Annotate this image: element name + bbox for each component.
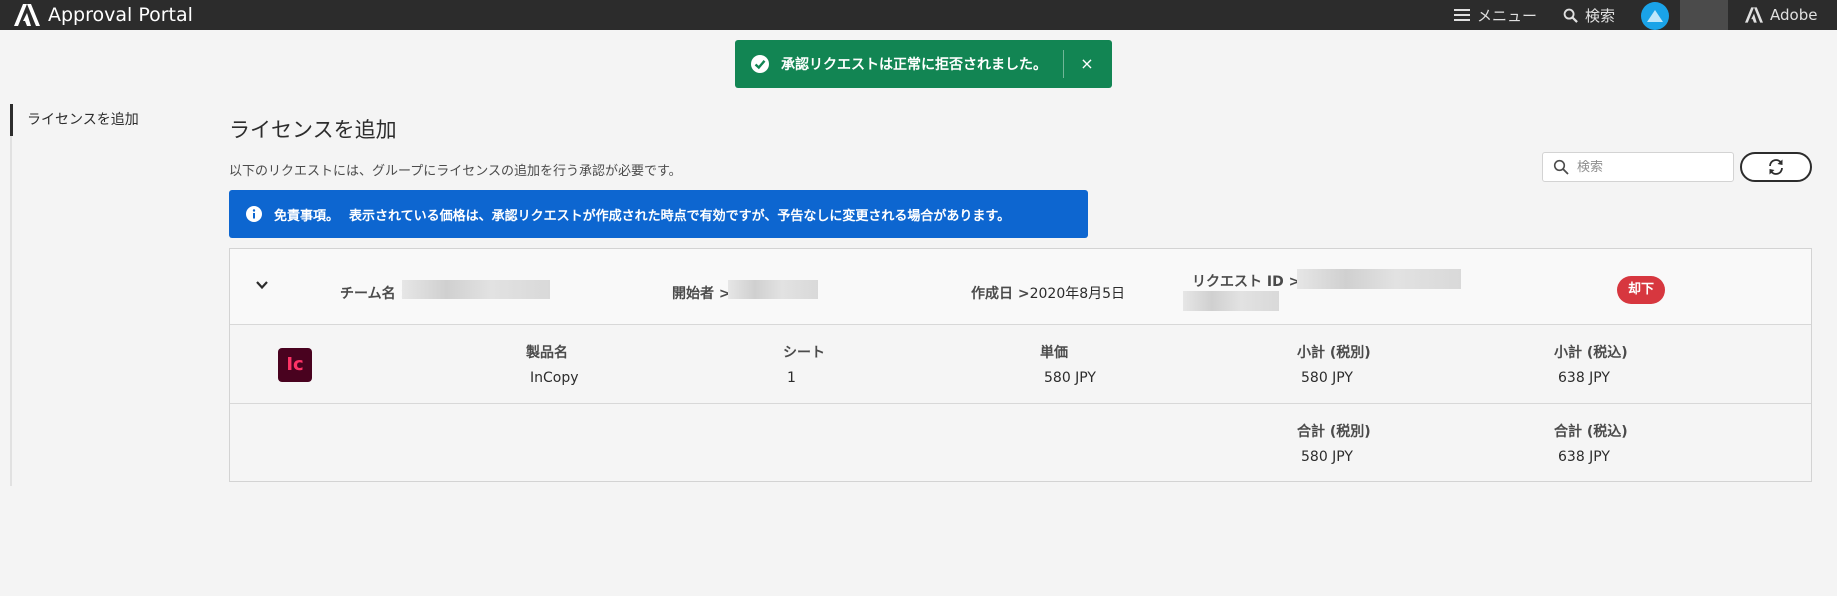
toast-close-button[interactable]: × xyxy=(1075,52,1099,76)
product-name: InCopy xyxy=(530,370,579,386)
hamburger-icon xyxy=(1454,9,1470,21)
request-id-label: リクエスト ID > xyxy=(1192,274,1301,290)
disclaimer-text: 表示されている価格は、承認リクエストが作成された時点で有効ですが、予告なしに変更… xyxy=(349,208,1011,224)
total-excl-value: 580 JPY xyxy=(1301,449,1353,465)
search-input[interactable] xyxy=(1577,159,1727,175)
seats-value: 1 xyxy=(787,370,796,386)
product-row: Ic 製品名 InCopy シート 1 単価 580 JPY 小計 (税別) 5… xyxy=(230,326,1811,404)
initiator-field: 開始者 > xyxy=(672,283,731,303)
sidebar: ライセンスを追加 xyxy=(10,104,139,486)
col-seats-header: シート xyxy=(783,345,825,361)
header-search-label: 検索 xyxy=(1585,6,1616,25)
incopy-app-icon: Ic xyxy=(278,348,312,382)
search-icon xyxy=(1563,8,1578,23)
refresh-icon xyxy=(1769,159,1783,175)
subtotal-excl-value: 580 JPY xyxy=(1301,370,1353,386)
menu-label: メニュー xyxy=(1477,6,1538,25)
sidebar-item-add-license[interactable]: ライセンスを追加 xyxy=(10,104,190,136)
success-toast: 承認リクエストは正常に拒否されました。 × xyxy=(735,40,1112,88)
created-date-value: 2020年8月5日 xyxy=(1029,286,1126,302)
disclaimer-title: 免責事項。 xyxy=(274,208,340,224)
menu-button[interactable]: メニュー xyxy=(1454,5,1554,26)
adobe-label: Adobe xyxy=(1770,6,1818,24)
status-badge: 却下 xyxy=(1617,276,1665,304)
disclaimer-banner: 免責事項。 表示されている価格は、承認リクエストが作成された時点で有効ですが、予… xyxy=(229,190,1088,238)
chevron-down-icon[interactable] xyxy=(254,277,270,293)
info-icon xyxy=(246,206,262,222)
brand-title: Approval Portal xyxy=(48,4,193,26)
created-date-label: 作成日 > xyxy=(971,286,1030,302)
brand[interactable]: Approval Portal xyxy=(14,4,193,26)
col-unit-price-header: 単価 xyxy=(1040,345,1068,361)
col-subtotal-excl-header: 小計 (税別) xyxy=(1297,345,1371,361)
request-header: チーム名 > 開始者 > 作成日 >2020年8月5日 リクエスト ID > 却… xyxy=(230,249,1811,325)
total-incl-value: 638 JPY xyxy=(1558,449,1610,465)
created-date-field: 作成日 >2020年8月5日 xyxy=(971,283,1125,303)
request-id-redacted-1 xyxy=(1297,269,1461,289)
page-description: 以下のリクエストには、グループにライセンスの追加を行う承認が必要です。 xyxy=(229,164,682,179)
team-name-redacted xyxy=(402,280,550,299)
total-incl-header: 合計 (税込) xyxy=(1554,424,1628,440)
unit-price-value: 580 JPY xyxy=(1044,370,1096,386)
search-icon xyxy=(1553,159,1569,175)
page-title: ライセンスを追加 xyxy=(229,118,397,142)
avatar[interactable] xyxy=(1641,2,1669,30)
refresh-button[interactable] xyxy=(1740,152,1812,182)
request-id-field: リクエスト ID > xyxy=(1192,271,1300,291)
request-id-redacted-2 xyxy=(1183,291,1279,311)
initiator-redacted xyxy=(728,280,818,299)
col-product-header: 製品名 xyxy=(526,345,568,361)
check-circle-icon xyxy=(751,55,769,73)
user-name-redacted[interactable] xyxy=(1680,0,1728,30)
toast-divider xyxy=(1063,50,1064,78)
sidebar-item-label: ライセンスを追加 xyxy=(27,112,139,128)
col-subtotal-incl-header: 小計 (税込) xyxy=(1554,345,1628,361)
total-excl-header: 合計 (税別) xyxy=(1297,424,1371,440)
top-bar: Approval Portal メニュー 検索 Adobe xyxy=(0,0,1837,30)
totals-row: 合計 (税別) 580 JPY 合計 (税込) 638 JPY xyxy=(230,405,1811,481)
adobe-logo-small-icon xyxy=(1745,7,1763,23)
toast-message: 承認リクエストは正常に拒否されました。 xyxy=(781,57,1047,73)
search-field[interactable] xyxy=(1542,152,1734,182)
header-search-button[interactable]: 検索 xyxy=(1563,5,1633,26)
initiator-label: 開始者 > xyxy=(672,286,731,302)
request-card: チーム名 > 開始者 > 作成日 >2020年8月5日 リクエスト ID > 却… xyxy=(229,248,1812,482)
subtotal-incl-value: 638 JPY xyxy=(1558,370,1610,386)
adobe-logo-icon xyxy=(14,4,40,26)
adobe-link[interactable]: Adobe xyxy=(1745,6,1833,24)
